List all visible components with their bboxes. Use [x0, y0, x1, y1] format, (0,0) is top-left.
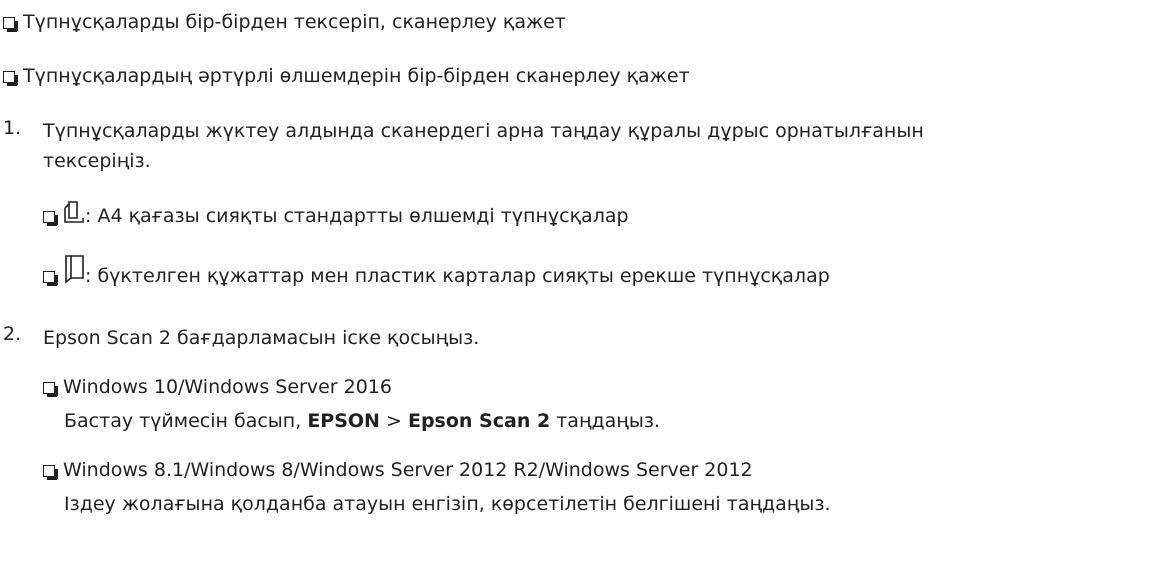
os-item: Windows 8.1/Windows 8/Windows Server 201…	[43, 458, 753, 482]
step-text: Epson Scan 2 бағдарламасын іске қосыңыз.	[43, 327, 480, 349]
bullet-box-icon	[43, 465, 58, 480]
bullet-box-icon	[43, 382, 58, 397]
os-instruction: Іздеу жолағына қолданба атауын енгізіп, …	[64, 493, 831, 515]
bullet-box-icon	[3, 71, 18, 86]
standard-paper-icon	[64, 201, 84, 223]
folded-paper-icon	[65, 255, 84, 284]
step-number: 2.	[3, 323, 22, 345]
option-special: : бүктелген құжаттар мен пластик картала…	[43, 254, 830, 288]
bullet-item: Түпнұсқаларды бір-бірден тексеріп, скане…	[3, 10, 566, 34]
os-instruction: Бастау түймесін басып, EPSON > Epson Sca…	[64, 410, 660, 432]
bullet-box-icon	[3, 17, 18, 32]
os-item: Windows 10/Windows Server 2016	[43, 375, 392, 399]
step-number: 1.	[3, 117, 22, 139]
step-text-continued: тексеріңіз.	[43, 150, 151, 172]
bullet-box-icon	[43, 271, 58, 286]
option-standard: : A4 қағазы сияқты стандартты өлшемді тү…	[43, 200, 629, 228]
bullet-box-icon	[43, 211, 58, 226]
step-text: Түпнұсқаларды жүктеу алдында сканердегі …	[43, 120, 924, 142]
bullet-item: Түпнұсқалардың әртүрлі өлшемдерін бір-бі…	[3, 64, 690, 88]
